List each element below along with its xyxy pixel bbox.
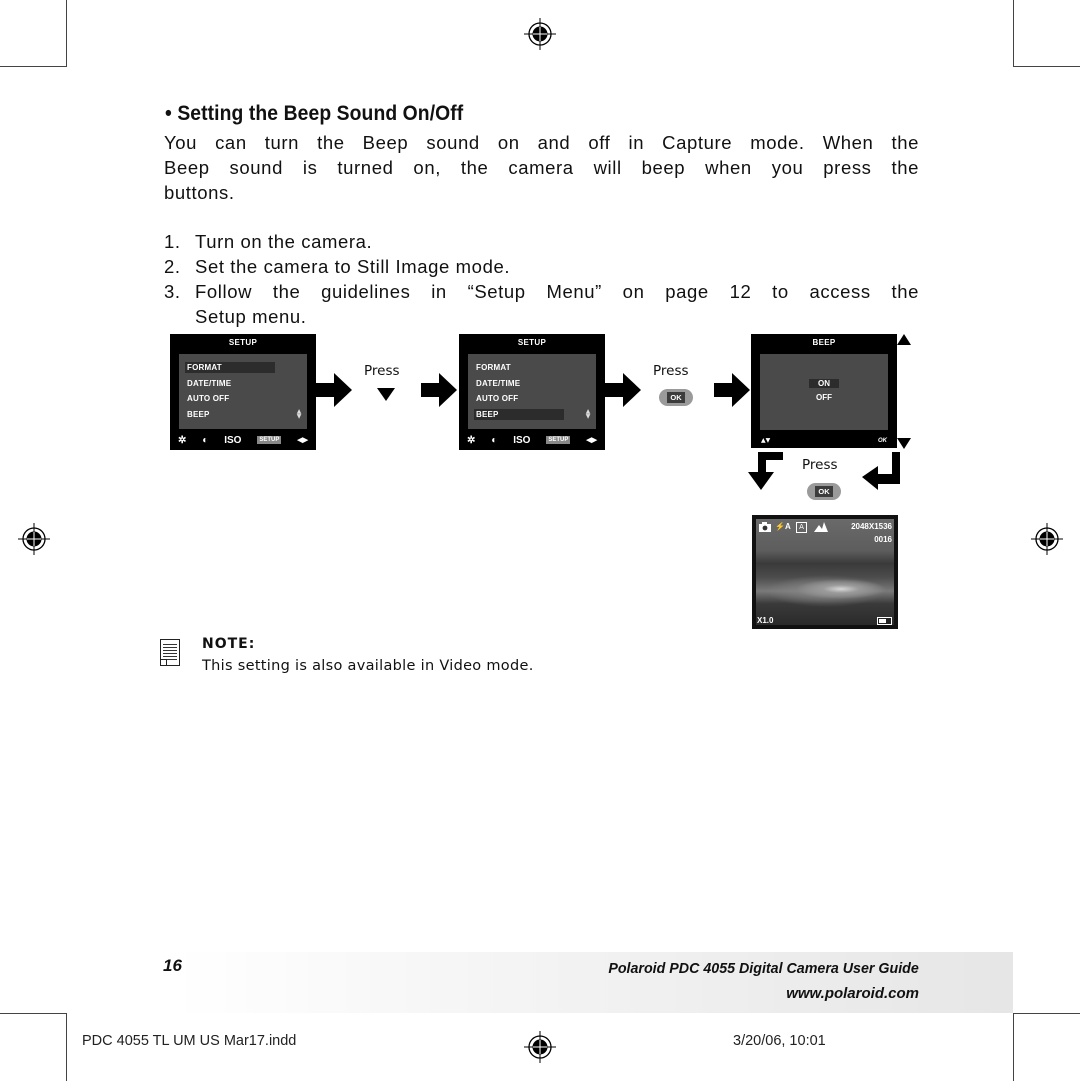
landscape-icon bbox=[814, 522, 828, 532]
setup-icon: SETUP bbox=[257, 436, 282, 444]
arrow-right-icon bbox=[421, 373, 457, 407]
menu-item-date-time[interactable]: DATE/TIME bbox=[474, 378, 520, 389]
registration-mark-left-icon bbox=[18, 523, 50, 555]
ok-button[interactable]: OK bbox=[807, 483, 841, 500]
crop-mark-top-left bbox=[0, 0, 67, 67]
up-triangle-icon bbox=[897, 334, 911, 345]
ok-button-label: OK bbox=[667, 392, 685, 403]
brightness-icon: ✲ bbox=[177, 434, 187, 446]
intro-line-1: You can turn the Beep sound on and off i… bbox=[164, 132, 919, 153]
brightness-icon: ✲ bbox=[466, 434, 476, 446]
intro-line-2: Beep sound is turned on, the camera will… bbox=[164, 157, 919, 178]
camera-icon bbox=[759, 522, 771, 532]
updown-hint-icon: ▲▼ bbox=[761, 437, 771, 444]
steps-list: 1. Turn on the camera. 2. Set the camera… bbox=[164, 229, 919, 329]
ok-button-label: OK bbox=[815, 486, 833, 497]
capture-preview-screen: ⚡A A 2048X1536 0016 X1.0 bbox=[752, 515, 898, 629]
left-right-icon: ◀▶ bbox=[297, 437, 309, 444]
menu-panel: FORMAT DATE/TIME AUTO OFF BEEP ▲ ▼ bbox=[179, 354, 307, 429]
registration-mark-top-icon bbox=[524, 18, 556, 50]
option-panel: ON OFF bbox=[760, 354, 888, 430]
ok-hint: OK bbox=[878, 438, 887, 444]
iso-icon: ISO bbox=[513, 434, 531, 446]
resolution-label: 2048X1536 bbox=[851, 522, 892, 531]
iso-icon: ISO bbox=[224, 434, 242, 446]
arrow-left-down-bent-icon bbox=[862, 452, 900, 490]
white-balance-icon: A bbox=[796, 522, 807, 533]
option-on[interactable]: ON bbox=[760, 378, 888, 389]
beep-screen: BEEP ON OFF ▲▼ OK bbox=[751, 334, 897, 448]
slug-filename: PDC 4055 TL UM US Mar17.indd bbox=[82, 1033, 297, 1049]
scroll-updown-icon: ▲ ▼ bbox=[296, 408, 302, 420]
icon-bar: ✲ ◐ ISO SETUP ◀▶ bbox=[170, 430, 316, 450]
note-title: NOTE: bbox=[202, 636, 256, 652]
scroll-updown-icon: ▲ ▼ bbox=[585, 408, 591, 420]
step-number: 2. bbox=[164, 256, 181, 277]
page-number: 16 bbox=[163, 956, 182, 975]
crop-mark-bottom-right bbox=[1013, 1013, 1080, 1081]
menu-item-auto-off[interactable]: AUTO OFF bbox=[474, 393, 518, 404]
menu-item-format[interactable]: FORMAT bbox=[474, 362, 511, 373]
press-label: Press bbox=[364, 363, 400, 379]
step-text: Follow the guidelines in “Setup Menu” on… bbox=[195, 281, 919, 302]
step-text: Turn on the camera. bbox=[195, 231, 373, 252]
down-triangle-icon bbox=[897, 438, 911, 449]
menu-item-date-time[interactable]: DATE/TIME bbox=[185, 378, 231, 389]
step-item: 3. Follow the guidelines in “Setup Menu”… bbox=[164, 279, 919, 304]
zoom-level: X1.0 bbox=[757, 616, 774, 625]
step-item-continued: Setup menu. bbox=[164, 304, 919, 329]
contrast-icon: ◐ bbox=[491, 434, 498, 446]
menu-item-beep[interactable]: BEEP bbox=[185, 409, 210, 420]
arrow-right-icon bbox=[605, 373, 641, 407]
website-url: www.polaroid.com bbox=[786, 985, 919, 1002]
press-label: Press bbox=[653, 363, 689, 379]
step-text: Setup menu. bbox=[195, 306, 307, 327]
guide-title: Polaroid PDC 4055 Digital Camera User Gu… bbox=[608, 960, 919, 977]
menu-panel: FORMAT DATE/TIME AUTO OFF BEEP ▲ ▼ bbox=[468, 354, 596, 429]
screen-title: BEEP bbox=[812, 338, 836, 347]
note-icon bbox=[160, 639, 180, 666]
arrow-right-icon bbox=[714, 373, 750, 407]
icon-bar: ✲ ◐ ISO SETUP ◀▶ bbox=[459, 430, 605, 450]
intro-paragraph: You can turn the Beep sound on and off i… bbox=[164, 130, 919, 205]
crop-mark-top-right bbox=[1013, 0, 1080, 67]
contrast-icon: ◐ bbox=[202, 434, 209, 446]
left-right-icon: ◀▶ bbox=[586, 437, 598, 444]
flash-auto-icon: ⚡A bbox=[775, 522, 791, 531]
option-off[interactable]: OFF bbox=[760, 392, 888, 403]
note-text: This setting is also available in Video … bbox=[202, 658, 534, 674]
section-heading: • Setting the Beep Sound On/Off bbox=[165, 102, 464, 125]
setup-screen-1: SETUP FORMAT DATE/TIME AUTO OFF BEEP ▲ ▼ … bbox=[170, 334, 316, 450]
registration-mark-right-icon bbox=[1031, 523, 1063, 555]
intro-line-3: buttons. bbox=[164, 182, 235, 203]
setup-screen-2: SETUP FORMAT DATE/TIME AUTO OFF BEEP ▲ ▼ … bbox=[459, 334, 605, 450]
screen-title: SETUP bbox=[517, 338, 547, 347]
crop-mark-bottom-left bbox=[0, 1013, 67, 1081]
shot-counter: 0016 bbox=[874, 535, 892, 544]
setup-icon: SETUP bbox=[546, 436, 571, 444]
menu-item-beep[interactable]: BEEP bbox=[474, 409, 564, 420]
step-number: 3. bbox=[164, 281, 181, 302]
registration-mark-bottom-icon bbox=[524, 1031, 556, 1063]
ok-button[interactable]: OK bbox=[659, 389, 693, 406]
screen-title: SETUP bbox=[228, 338, 258, 347]
menu-item-format[interactable]: FORMAT bbox=[185, 362, 275, 373]
step-text: Set the camera to Still Image mode. bbox=[195, 256, 511, 277]
press-label: Press bbox=[802, 457, 838, 473]
battery-icon bbox=[877, 617, 892, 625]
step-item: 2. Set the camera to Still Image mode. bbox=[164, 254, 919, 279]
arrow-right-icon bbox=[316, 373, 352, 407]
arrow-down-left-bent-icon bbox=[748, 452, 783, 490]
step-item: 1. Turn on the camera. bbox=[164, 229, 919, 254]
menu-item-auto-off[interactable]: AUTO OFF bbox=[185, 393, 229, 404]
down-button-icon bbox=[377, 388, 395, 401]
slug-datetime: 3/20/06, 10:01 bbox=[733, 1033, 826, 1049]
step-number: 1. bbox=[164, 231, 181, 252]
